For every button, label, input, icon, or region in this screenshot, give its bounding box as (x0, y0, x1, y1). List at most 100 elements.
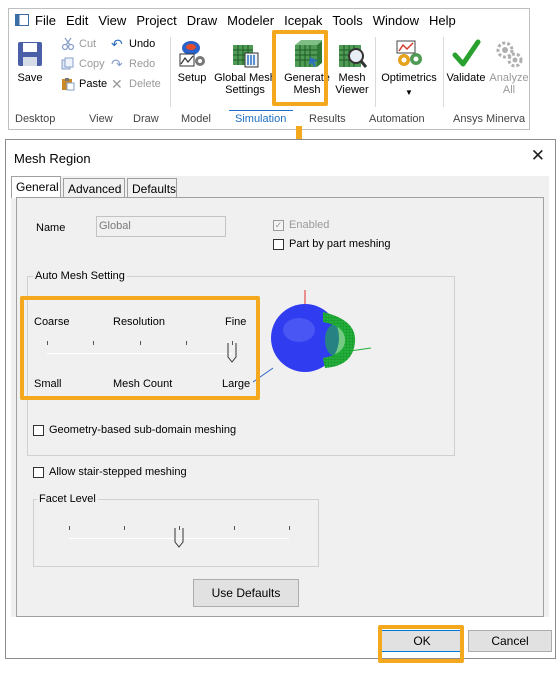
part-by-part-checkbox[interactable]: Part by part meshing (273, 238, 391, 250)
name-field[interactable]: Global (96, 216, 226, 237)
slider-tick (69, 526, 70, 530)
gears-icon (496, 41, 523, 68)
ribbon: File Edit View Project Draw Modeler Icep… (8, 8, 530, 130)
tab-desktop[interactable]: Desktop (15, 113, 55, 125)
copy-button[interactable]: Copy (61, 55, 105, 73)
global-mesh-label-2: Settings (225, 84, 265, 96)
stair-step-checkbox[interactable]: Allow stair-stepped meshing (33, 466, 187, 478)
menu-modeler[interactable]: Modeler (227, 13, 274, 28)
use-defaults-button[interactable]: Use Defaults (193, 579, 299, 607)
setup-icon (179, 41, 205, 67)
tab-advanced[interactable]: Advanced (63, 178, 125, 198)
slider-thumb[interactable] (174, 528, 184, 548)
check-icon: ✓ (273, 219, 284, 231)
cut-button[interactable]: Cut (61, 35, 96, 53)
geometry-submesh-checkbox[interactable]: Geometry-based sub-domain meshing (33, 424, 236, 436)
paste-icon (61, 77, 75, 91)
part-by-part-label: Part by part meshing (289, 238, 391, 250)
tab-draw[interactable]: Draw (133, 113, 159, 125)
checkbox-box (33, 466, 44, 478)
tab-defaults[interactable]: Defaults (127, 178, 177, 198)
separator (375, 37, 376, 107)
mesh-preview-sphere (253, 290, 372, 383)
mesh-viewer-label-2: Viewer (335, 84, 369, 96)
app-icon (15, 14, 29, 26)
enabled-checkbox[interactable]: ✓ Enabled (273, 219, 329, 231)
enabled-label: Enabled (289, 219, 330, 231)
menu-project[interactable]: Project (136, 13, 176, 28)
cut-label: Cut (79, 38, 97, 50)
validate-button[interactable]: Validate (443, 39, 489, 84)
redo-label: Redo (129, 58, 156, 70)
resolution-highlight (20, 296, 260, 400)
delete-icon: ✕ (111, 76, 123, 92)
optimetrics-label: Optimetrics (381, 72, 437, 84)
redo-button[interactable]: ↷ Redo (111, 55, 155, 73)
ok-highlight (378, 625, 464, 663)
slider-tick (289, 526, 290, 530)
validate-label: Validate (446, 72, 486, 84)
menu-view[interactable]: View (98, 13, 126, 28)
undo-icon: ↶ (111, 36, 123, 52)
save-icon (18, 42, 42, 66)
cancel-button[interactable]: Cancel (468, 630, 552, 652)
setup-button[interactable]: Setup (173, 39, 211, 84)
slider-tick (124, 526, 125, 530)
optimetrics-button[interactable]: Optimetrics ▼ (377, 39, 441, 99)
mesh-settings-icon (233, 45, 259, 68)
delete-label: Delete (129, 78, 161, 90)
menu-draw[interactable]: Draw (187, 13, 217, 28)
checkbox-box (33, 424, 44, 436)
facet-group-label: Facet Level (37, 493, 98, 505)
global-mesh-settings-button[interactable]: Global Mesh Settings (213, 39, 277, 96)
menu-file[interactable]: File (35, 13, 56, 28)
checkbox-box (273, 238, 284, 250)
tab-view[interactable]: View (89, 113, 113, 125)
ribbon-tabs: Desktop View Draw Model Simulation Resul… (9, 110, 529, 130)
tab-simulation[interactable]: Simulation (235, 113, 286, 125)
global-mesh-label-1: Global Mesh (214, 72, 276, 84)
slider-tick (234, 526, 235, 530)
analyze-label-1: Analyze (489, 72, 529, 84)
geometry-submesh-label: Geometry-based sub-domain meshing (49, 424, 237, 436)
ribbon-groups: Save Cut Copy Paste ↶ Undo ↷ Redo ✕ Dele… (9, 33, 529, 109)
tab-model[interactable]: Model (181, 113, 211, 125)
menu-icepak[interactable]: Icepak (284, 13, 322, 28)
mesh-viewer-button[interactable]: Mesh Viewer (331, 39, 373, 96)
tab-ansys-minerva[interactable]: Ansys Minerva (453, 113, 525, 125)
undo-label: Undo (129, 38, 156, 50)
name-label: Name (36, 222, 66, 234)
stair-step-label: Allow stair-stepped meshing (49, 466, 187, 478)
tab-general[interactable]: General (11, 176, 61, 198)
redo-icon: ↷ (111, 56, 123, 72)
save-button[interactable]: Save (13, 39, 47, 84)
analyze-all-button[interactable]: Analyze All (489, 39, 529, 96)
separator (170, 37, 171, 107)
menu-bar: File Edit View Project Draw Modeler Icep… (9, 9, 529, 31)
active-tab-indicator (229, 110, 293, 111)
paste-label: Paste (79, 78, 108, 90)
optimetrics-icon (396, 40, 422, 66)
menu-window[interactable]: Window (373, 13, 419, 28)
copy-icon (61, 57, 75, 71)
dialog-title: Mesh Region (14, 151, 91, 166)
tab-automation[interactable]: Automation (369, 113, 425, 125)
menu-tools[interactable]: Tools (332, 13, 362, 28)
general-panel: Name Global ✓ Enabled Part by part meshi… (16, 197, 544, 617)
close-icon[interactable]: ✕ (531, 146, 545, 166)
menu-edit[interactable]: Edit (66, 13, 88, 28)
tab-results[interactable]: Results (309, 113, 346, 125)
scissors-icon (61, 37, 75, 51)
checkmark-icon (452, 39, 481, 67)
copy-label: Copy (79, 58, 105, 70)
auto-mesh-group-label: Auto Mesh Setting (33, 270, 127, 282)
analyze-label-2: All (502, 84, 516, 96)
menu-help[interactable]: Help (429, 13, 456, 28)
generate-mesh-highlight (272, 30, 328, 106)
save-label: Save (17, 72, 43, 84)
paste-button[interactable]: Paste (61, 75, 107, 93)
setup-label: Setup (177, 72, 207, 84)
delete-button[interactable]: ✕ Delete (111, 75, 161, 93)
undo-button[interactable]: ↶ Undo (111, 35, 155, 53)
mesh-viewer-icon (339, 45, 367, 68)
